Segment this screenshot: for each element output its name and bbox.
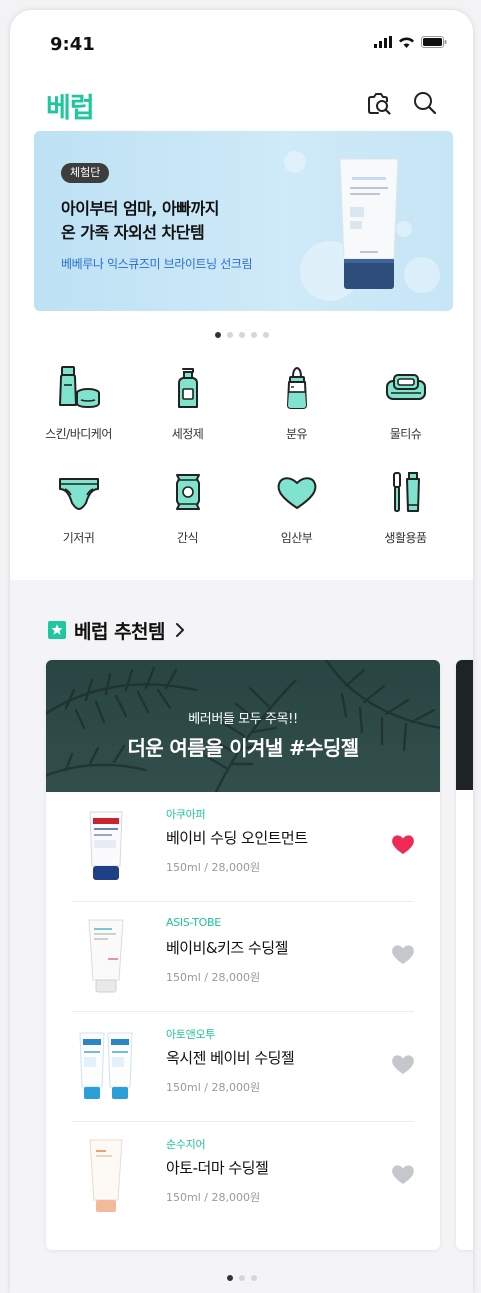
product-name: 아토-더마 수딩젤	[166, 1159, 269, 1177]
ointment-tube-image	[89, 811, 123, 880]
search-icon	[414, 92, 437, 115]
recommend-card: 베러버들 모두 주목!! 더운 여름을 이겨낼 #수딩젤 아쿠아퍼 베이비 수딩…	[46, 660, 440, 1250]
pagination-dot[interactable]	[250, 1275, 257, 1281]
category-diaper[interactable]: 기저귀	[24, 469, 133, 559]
wifi-icon	[399, 37, 414, 48]
category-cleanser[interactable]: 세정제	[133, 365, 242, 455]
decor-bubble	[284, 151, 306, 173]
banner-title: 아이부터 엄마, 아빠까지 온 가족 자외선 차단템	[61, 197, 219, 245]
product-brand: 아쿠아퍼	[166, 808, 206, 821]
hero-subtitle: 베러버들 모두 주목!!	[188, 712, 298, 727]
next-card-hero	[456, 660, 473, 790]
image-search-button[interactable]	[364, 88, 394, 118]
product-item[interactable]: 아쿠아퍼 베이비 수딩 오인트먼트 150ml / 28,000원	[46, 792, 440, 902]
app-logo[interactable]: 베럽	[46, 86, 95, 125]
category-label: 스킨/바디케어	[45, 427, 112, 441]
app-screen: 9:41 베럽 체험단 아이부터 엄마, 아빠까지 온 가족 자외선 차단템 베…	[10, 10, 473, 1293]
pagination-dot[interactable]	[250, 332, 257, 338]
product-item[interactable]: 순수지어 아토-더마 수딩젤 150ml / 28,000원	[46, 1122, 440, 1232]
wishlist-heart-icon[interactable]	[390, 942, 416, 966]
app-header: 베럽	[10, 74, 473, 134]
category-formula[interactable]: 분유	[242, 365, 351, 455]
product-image	[76, 806, 136, 886]
product-brand: 순수지어	[166, 1138, 206, 1151]
pagination-dot[interactable]	[226, 332, 233, 338]
top-section: 9:41 베럽 체험단 아이부터 엄마, 아빠까지 온 가족 자외선 차단템 베…	[10, 10, 473, 580]
category-label: 세정제	[171, 427, 204, 441]
card-hero[interactable]: 베러버들 모두 주목!! 더운 여름을 이겨낼 #수딩젤	[46, 660, 440, 792]
banner-title-line2: 온 가족 자외선 차단템	[61, 223, 205, 242]
battery-icon	[421, 36, 447, 48]
wishlist-heart-icon[interactable]	[390, 1052, 416, 1076]
product-name: 옥시젠 베이비 수딩젤	[166, 1049, 295, 1067]
derma-tube-image	[89, 1139, 123, 1212]
category-maternity[interactable]: 임산부	[242, 469, 351, 559]
sunscreen-tube-image	[339, 158, 399, 289]
product-price: 150ml / 28,000원	[166, 971, 261, 984]
product-price: 150ml / 28,000원	[166, 861, 261, 874]
search-button[interactable]	[410, 88, 440, 118]
toothbrush-icon	[392, 472, 420, 512]
product-item[interactable]: ASIS-TOBE 베이비&키즈 수딩젤 150ml / 28,000원	[46, 902, 440, 1012]
banner-badge: 체험단	[61, 163, 110, 183]
banner-pagination[interactable]	[10, 332, 473, 338]
twin-tubes-image	[79, 1032, 133, 1099]
category-label: 물티슈	[389, 427, 422, 441]
category-household[interactable]: 생활용품	[351, 469, 460, 559]
product-image	[76, 1136, 136, 1216]
snack-icon	[175, 474, 200, 510]
star-badge-icon	[48, 621, 66, 639]
wishlist-heart-icon[interactable]	[390, 832, 416, 856]
product-image	[76, 916, 136, 996]
category-wet-wipes[interactable]: 물티슈	[351, 365, 460, 455]
pagination-dot[interactable]	[238, 332, 245, 338]
decor-bubble	[404, 257, 440, 293]
category-skincare[interactable]: 스킨/바디케어	[24, 365, 133, 455]
category-label: 분유	[285, 427, 308, 441]
status-bar: 9:41	[10, 10, 473, 74]
pagination-dot[interactable]	[238, 1275, 245, 1281]
category-snack[interactable]: 간식	[133, 469, 242, 559]
heart-icon	[277, 477, 316, 509]
signal-icon	[374, 36, 392, 48]
product-brand: ASIS-TOBE	[166, 916, 221, 929]
product-name: 베이비 수딩 오인트먼트	[166, 829, 308, 847]
product-price: 150ml / 28,000원	[166, 1081, 261, 1094]
card-pagination[interactable]	[10, 1275, 473, 1281]
category-label: 기저귀	[62, 531, 95, 545]
chevron-right-icon	[176, 623, 185, 637]
skincare-icon	[58, 366, 100, 409]
hero-title: 더운 여름을 이겨낼 #수딩젤	[127, 736, 359, 760]
camera-search-icon	[368, 93, 391, 115]
banner-title-line1: 아이부터 엄마, 아빠까지	[61, 199, 219, 218]
category-label: 임산부	[280, 531, 313, 545]
category-label: 간식	[176, 531, 199, 545]
promo-banner[interactable]: 체험단 아이부터 엄마, 아빠까지 온 가족 자외선 차단템 베베루나 익스큐즈…	[34, 131, 453, 311]
product-image	[76, 1026, 136, 1106]
banner-subtitle: 베베루나 익스큐즈미 브라이트닝 선크림	[61, 257, 253, 271]
product-brand: 아토앤오투	[166, 1028, 216, 1041]
baby-bottle-icon	[286, 367, 307, 409]
status-icons	[374, 36, 447, 48]
pagination-dot[interactable]	[214, 332, 221, 338]
wet-wipes-icon	[385, 374, 426, 400]
product-price: 150ml / 28,000원	[166, 1191, 261, 1204]
pagination-dot[interactable]	[262, 332, 269, 338]
next-card-peek[interactable]	[456, 660, 473, 1250]
status-time: 9:41	[50, 34, 95, 55]
pump-bottle-icon	[177, 368, 198, 408]
diaper-icon	[58, 478, 99, 510]
category-label: 생활용품	[384, 531, 427, 545]
product-item[interactable]: 아토앤오투 옥시젠 베이비 수딩젤 150ml / 28,000원	[46, 1012, 440, 1122]
recommend-section-header[interactable]: 베럽 추천템	[48, 616, 187, 644]
product-name: 베이비&키즈 수딩젤	[166, 939, 288, 957]
section-title: 베럽 추천템	[74, 620, 166, 643]
wishlist-heart-icon[interactable]	[390, 1162, 416, 1186]
pagination-dot[interactable]	[226, 1275, 233, 1281]
gel-tube-image	[88, 919, 124, 993]
